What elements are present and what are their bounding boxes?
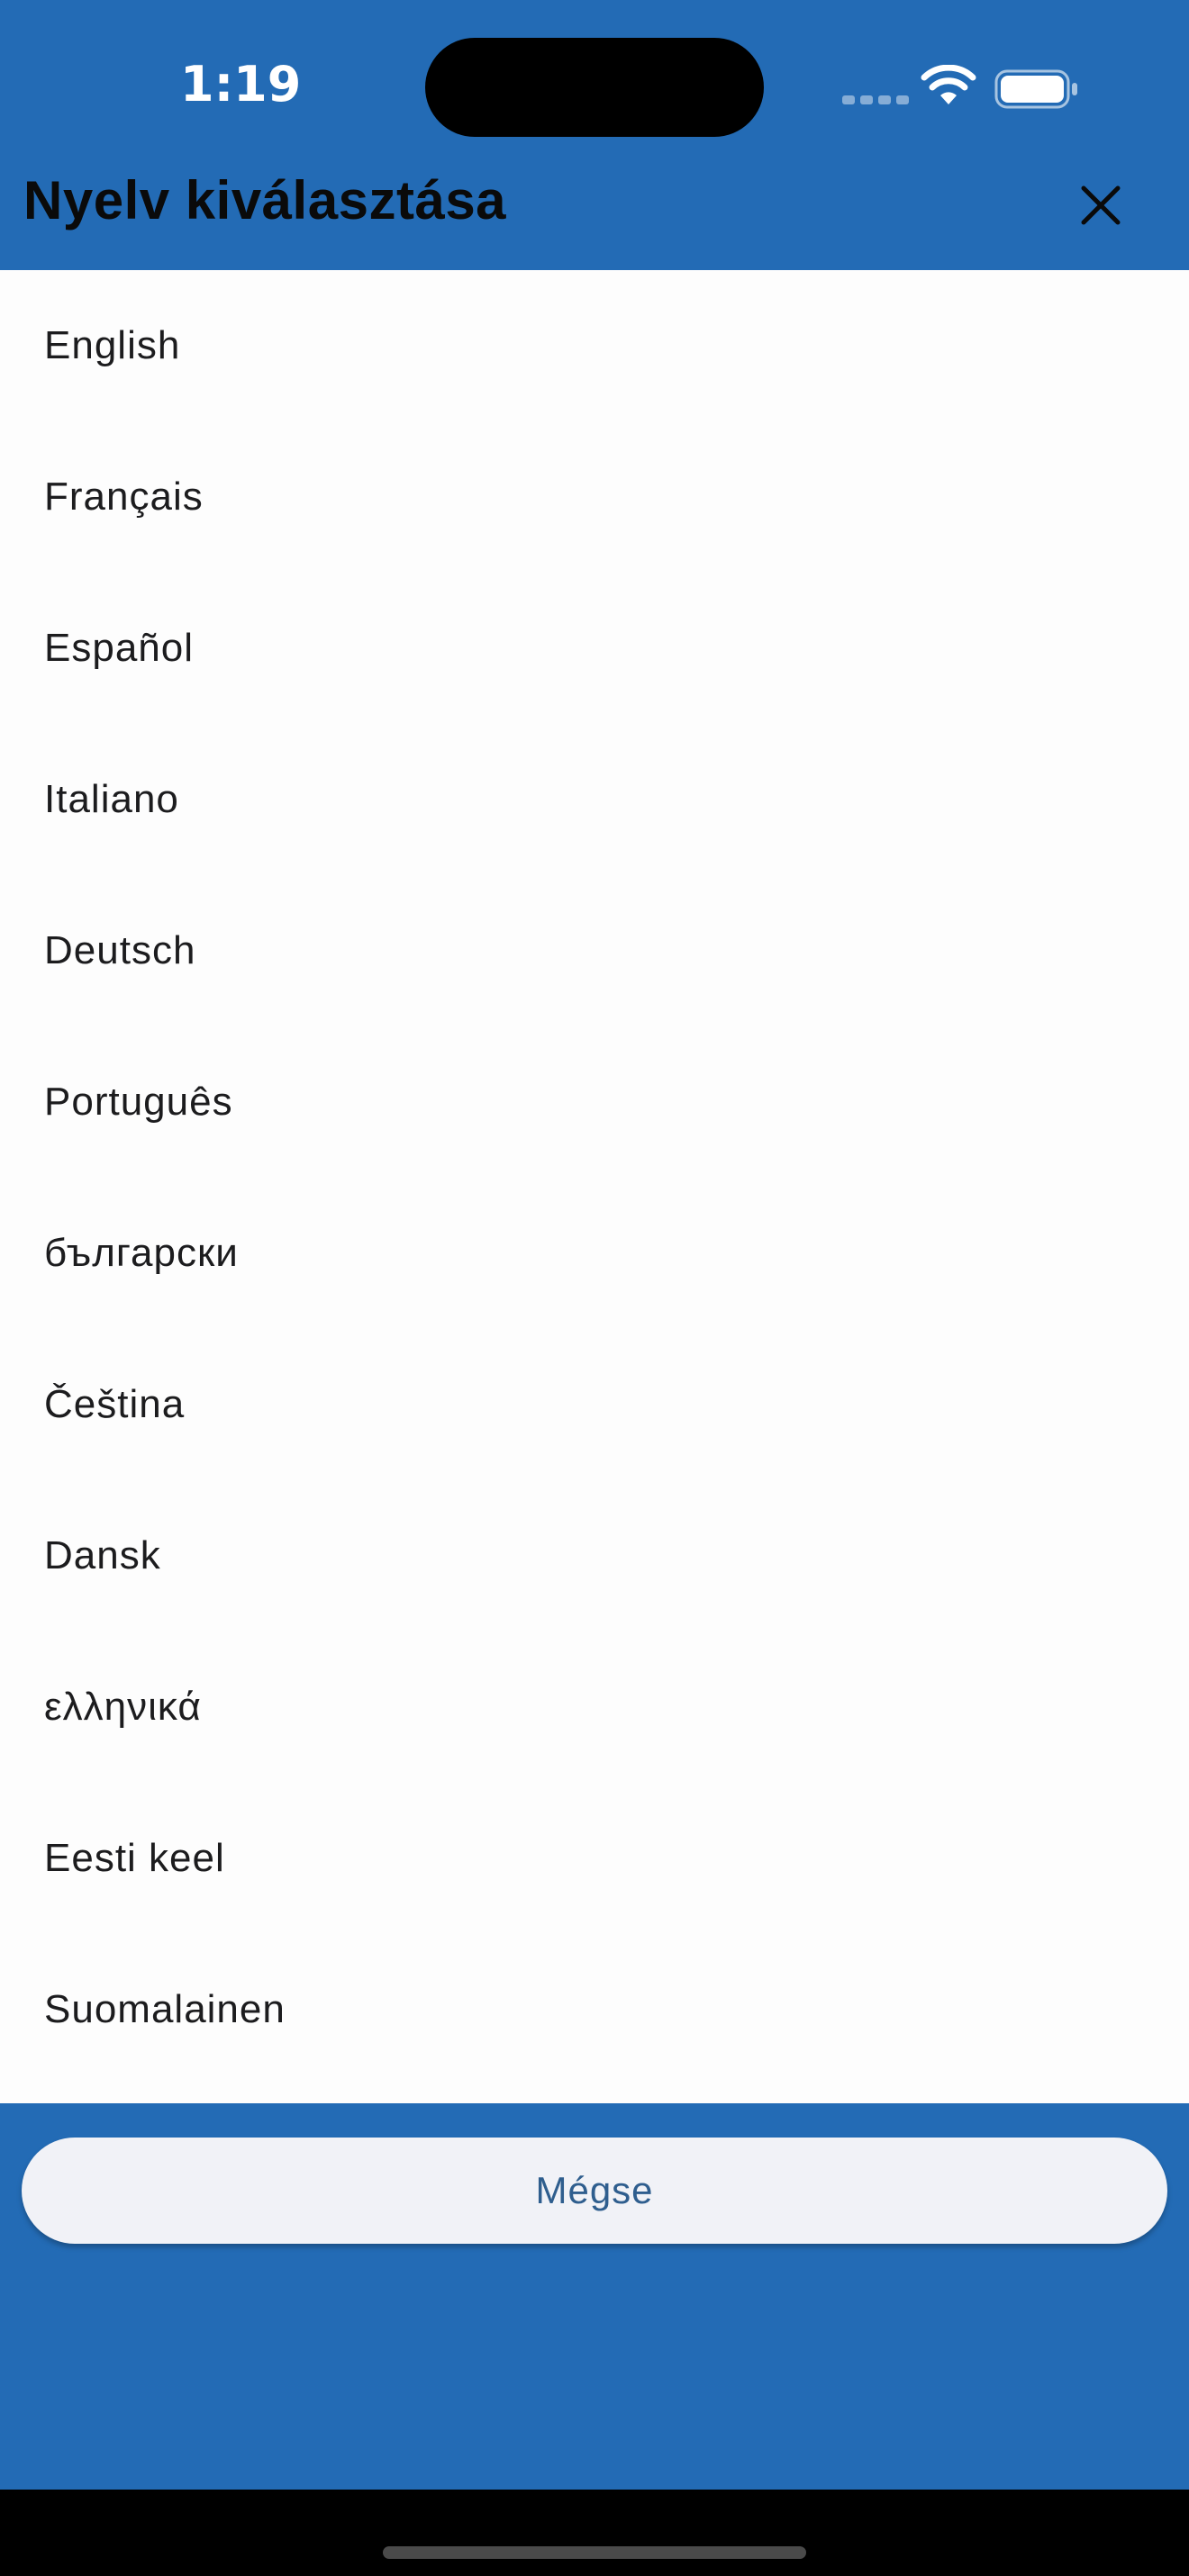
battery-icon [994, 69, 1077, 109]
language-item-estonian[interactable]: Eesti keel [0, 1783, 1189, 1934]
language-item-portuguese[interactable]: Português [0, 1026, 1189, 1178]
header: Nyelv kiválasztása [0, 162, 1189, 270]
language-item-greek[interactable]: ελληνικά [0, 1631, 1189, 1783]
cancel-button[interactable]: Mégse [22, 2138, 1167, 2244]
status-time: 1:19 [180, 56, 302, 113]
language-item-german[interactable]: Deutsch [0, 875, 1189, 1026]
language-item-french[interactable]: Français [0, 421, 1189, 573]
language-list: English Français Español Italiano Deutsc… [0, 270, 1189, 2103]
footer: Mégse [0, 2103, 1189, 2490]
language-item-bulgarian[interactable]: български [0, 1178, 1189, 1329]
home-indicator[interactable] [383, 2546, 806, 2559]
language-item-italian[interactable]: Italiano [0, 724, 1189, 875]
cellular-signal-icon [842, 95, 909, 104]
screen: 1:19 Nyelv kiválasztása English Français… [0, 0, 1189, 2490]
language-item-english[interactable]: English [0, 270, 1189, 421]
language-item-spanish[interactable]: Español [0, 573, 1189, 724]
close-button[interactable] [1066, 171, 1135, 240]
close-icon [1081, 185, 1121, 225]
status-bar: 1:19 [0, 0, 1189, 171]
language-item-czech[interactable]: Čeština [0, 1329, 1189, 1480]
language-item-finnish[interactable]: Suomalainen [0, 1934, 1189, 2085]
page-title: Nyelv kiválasztása [23, 170, 507, 230]
dynamic-island [425, 38, 764, 137]
wifi-icon [921, 65, 976, 104]
language-item-danish[interactable]: Dansk [0, 1480, 1189, 1631]
